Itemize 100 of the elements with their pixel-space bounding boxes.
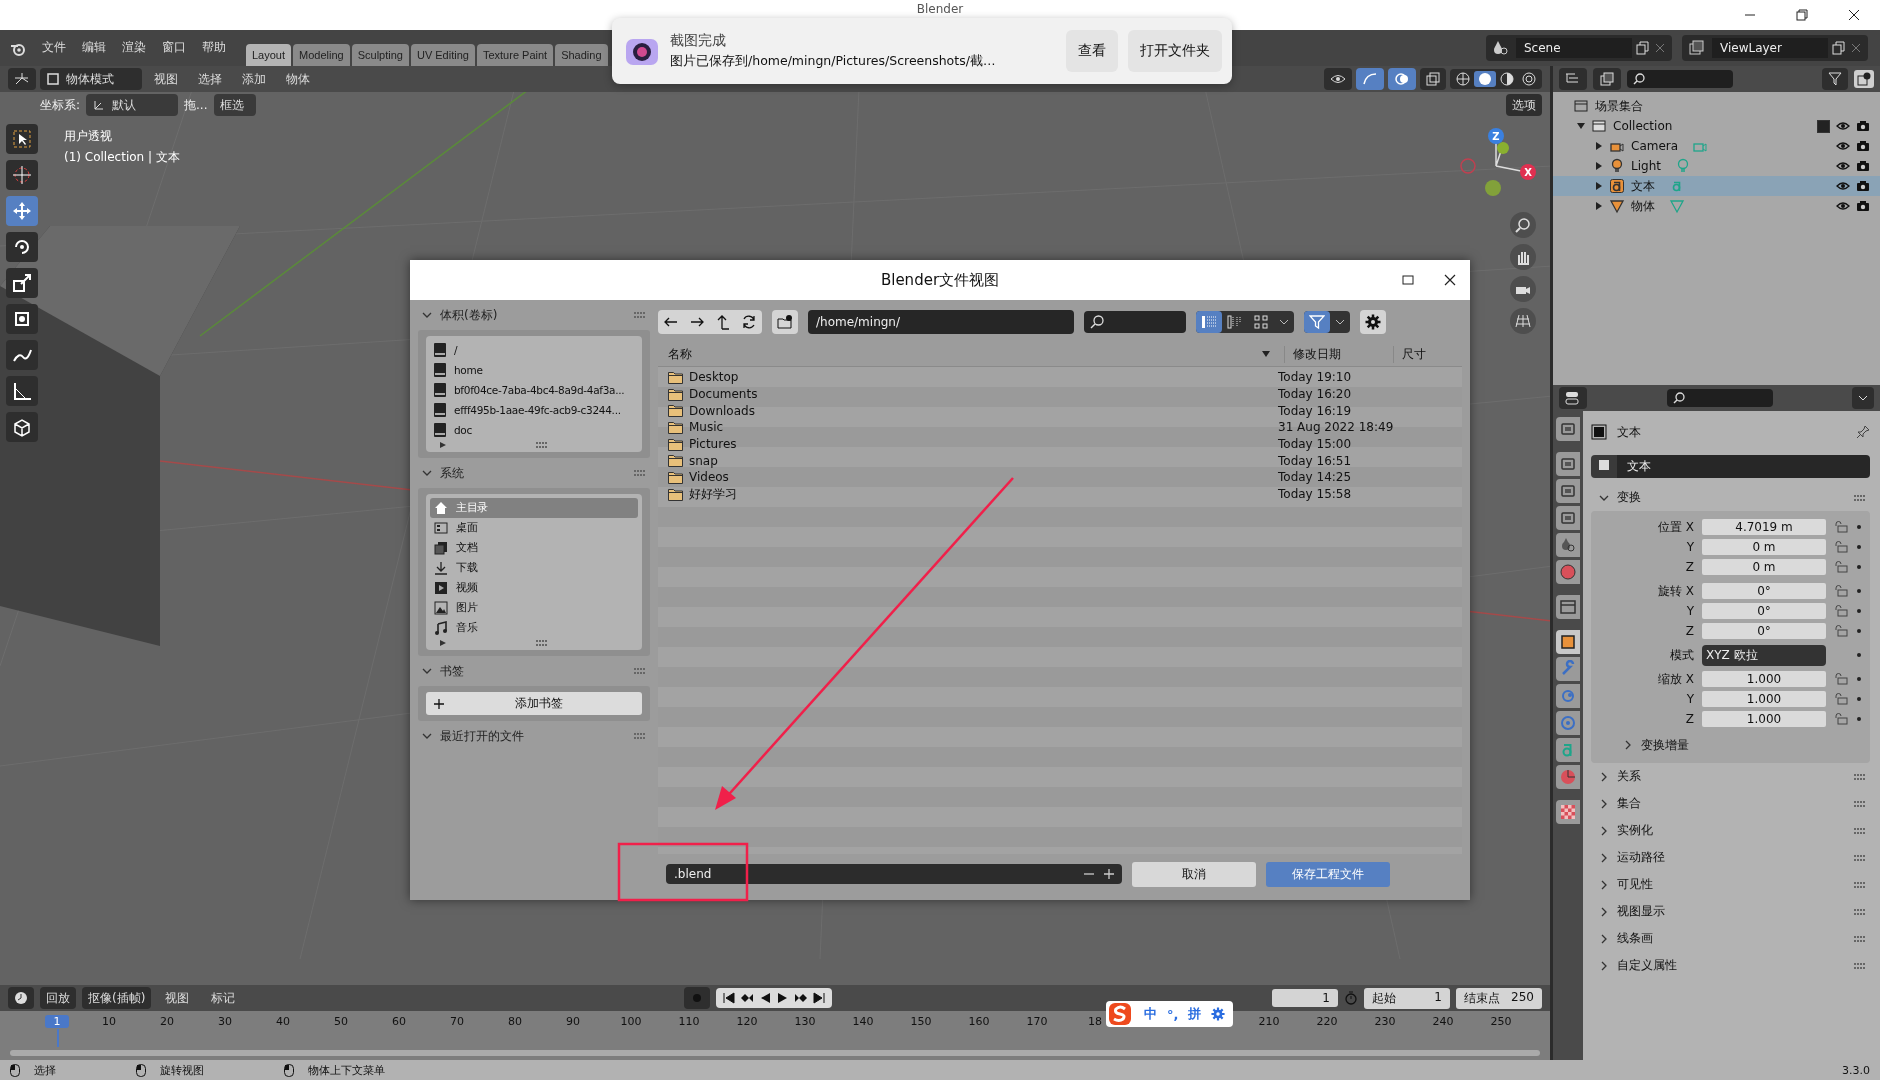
menu-item[interactable]: 窗口 [156, 39, 192, 66]
menu-item[interactable]: 编辑 [76, 39, 112, 66]
window-title: Blender [916, 1, 964, 16]
options-dropdown[interactable]: 选项 [1506, 94, 1542, 116]
volume-item[interactable]: / [430, 340, 638, 360]
panel-title[interactable]: 变换 [1617, 489, 1641, 506]
file-row[interactable]: Downloads Today 16:19 [658, 402, 1462, 420]
drag-dropdown[interactable]: 框选 [213, 94, 256, 116]
rotation-mode-dropdown[interactable]: XYZ 欧拉 [1702, 644, 1826, 666]
outliner-item-label: 文本 [1631, 177, 1655, 195]
number-field[interactable]: 0° [1702, 623, 1826, 639]
orientation-dropdown[interactable]: 默认 [86, 94, 179, 116]
section-title[interactable]: 最近打开的文件 [440, 727, 524, 745]
menu-item[interactable]: 视图 [146, 70, 186, 88]
file-row[interactable]: Desktop Today 19:10 [658, 369, 1462, 386]
system-folder-item[interactable]: 视频 [430, 578, 638, 598]
workspace-tab[interactable]: Shading [555, 44, 608, 66]
notification-button[interactable]: 打开文件夹 [1128, 30, 1222, 72]
panel-title[interactable]: 线条画 [1617, 930, 1653, 947]
file-row[interactable]: Documents Today 16:20 [658, 385, 1462, 403]
menu-item[interactable]: 文件 [36, 39, 72, 66]
menu-dropdown[interactable]: 抠像(插帧) [82, 987, 152, 1009]
workspace-tab[interactable]: Modeling [293, 44, 350, 66]
menu-dropdown[interactable]: 回放 [40, 987, 76, 1009]
column-header[interactable]: 名称 [668, 345, 1262, 363]
workspace-tab[interactable]: Texture Paint [476, 44, 554, 66]
path-field[interactable]: /home/mingn/ [808, 310, 1074, 334]
frame-number: 50 [333, 1015, 349, 1028]
outliner-row[interactable]: Light [1553, 156, 1880, 176]
file-row[interactable]: snap Today 16:51 [658, 452, 1462, 470]
outliner-item-label: Collection [1613, 119, 1673, 133]
file-row[interactable]: Music 31 Aug 2022 18:49 [658, 419, 1462, 436]
notification-button[interactable]: 查看 [1066, 30, 1118, 72]
outliner-row[interactable]: 文本 [1553, 176, 1880, 196]
frame-number: 10 [101, 1015, 117, 1028]
workspace-tab[interactable]: UV Editing [410, 44, 475, 66]
field-label: Z [1684, 624, 1694, 638]
menu-item[interactable]: 物体 [278, 70, 318, 88]
outliner-row[interactable]: 物体 [1553, 196, 1880, 216]
panel-title[interactable]: 实例化 [1617, 822, 1653, 839]
start-frame-field[interactable]: 起始 1 [1364, 987, 1450, 1009]
drag-label: 拖... [184, 96, 208, 114]
system-folder-item[interactable]: 音乐 [430, 618, 638, 638]
panel-title[interactable]: 可见性 [1617, 876, 1653, 893]
section-title[interactable]: 书签 [440, 662, 464, 680]
menu-item[interactable]: 标记 [203, 989, 244, 1007]
playhead-frame: 1 [45, 1015, 69, 1028]
navigation-gizmo-drawing[interactable]: Z X [1456, 126, 1546, 206]
cancel-button[interactable]: 取消 [1132, 861, 1256, 887]
number-field[interactable]: 0° [1702, 603, 1826, 619]
number-field[interactable]: 1.000 [1702, 711, 1826, 727]
save-button[interactable]: 保存工程文件 [1266, 861, 1390, 887]
object-name-field[interactable]: 文本 [1617, 455, 1870, 478]
panel-title[interactable]: 关系 [1617, 768, 1641, 785]
view-layer-field[interactable]: ViewLayer [1712, 38, 1828, 58]
section-title[interactable]: 系统 [440, 464, 464, 482]
system-folder-item[interactable]: 图片 [430, 598, 638, 618]
outliner-row[interactable]: Camera [1553, 136, 1880, 156]
system-folder-item[interactable]: 主目录 [430, 498, 638, 518]
volume-item[interactable]: efff495b-1aae-49fc-acb9-c3244... [430, 400, 638, 420]
add-bookmark-button[interactable]: 添加书签 [426, 692, 642, 715]
file-row[interactable]: 好好学习 Today 15:58 [658, 485, 1462, 503]
column-header[interactable]: 尺寸 [1393, 345, 1462, 363]
number-field[interactable]: 0 m [1702, 539, 1826, 555]
panel-title[interactable]: 运动路径 [1617, 849, 1665, 866]
number-field[interactable]: 0° [1702, 583, 1826, 599]
outliner-row[interactable]: 场景集合 [1553, 96, 1880, 116]
system-folder-item[interactable]: 文档 [430, 538, 638, 558]
number-field[interactable]: 4.7019 m [1702, 519, 1826, 535]
section-title[interactable]: 体积(卷标) [440, 306, 498, 324]
panel-title[interactable]: 自定义属性 [1617, 957, 1677, 974]
system-folder-item[interactable]: 下载 [430, 558, 638, 578]
number-field[interactable]: 1.000 [1702, 691, 1826, 707]
menu-item[interactable]: 选择 [190, 70, 230, 88]
current-frame-field[interactable]: 1 [1272, 989, 1338, 1007]
menu-item[interactable]: 视图 [157, 989, 198, 1007]
panel-title[interactable]: 集合 [1617, 795, 1641, 812]
menu-item[interactable]: 添加 [234, 70, 274, 88]
column-header[interactable]: 修改日期 [1284, 345, 1393, 363]
number-field[interactable]: 1.000 [1702, 671, 1826, 687]
panel-title[interactable]: 视图显示 [1617, 903, 1665, 920]
number-field[interactable]: 0 m [1702, 559, 1826, 575]
filename-field[interactable]: .blend [666, 864, 1122, 884]
outliner-row[interactable]: Collection [1553, 116, 1880, 136]
volume-item[interactable]: bf0f04ce-7aba-4bc4-8a9d-4af3a... [430, 380, 638, 400]
scene-field[interactable]: Scene [1516, 38, 1632, 58]
volume-item[interactable]: home [430, 360, 638, 380]
subpanel-title[interactable]: 变换增量 [1641, 736, 1689, 754]
workspace-tab[interactable]: Sculpting [351, 44, 409, 66]
workspace-tab[interactable]: Layout [246, 44, 292, 66]
mode-dropdown[interactable]: 物体模式 [40, 68, 142, 90]
system-folder-item[interactable]: 桌面 [430, 518, 638, 538]
frame-number: 90 [565, 1015, 581, 1028]
file-row[interactable]: Videos Today 14:25 [658, 469, 1462, 486]
menu-item[interactable]: 渲染 [116, 39, 152, 66]
frame-number: 20 [159, 1015, 175, 1028]
volume-item[interactable]: doc [430, 420, 638, 440]
file-row[interactable]: Pictures Today 15:00 [658, 435, 1462, 453]
end-frame-field[interactable]: 结束点 250 [1456, 987, 1542, 1009]
menu-item[interactable]: 帮助 [196, 39, 232, 66]
